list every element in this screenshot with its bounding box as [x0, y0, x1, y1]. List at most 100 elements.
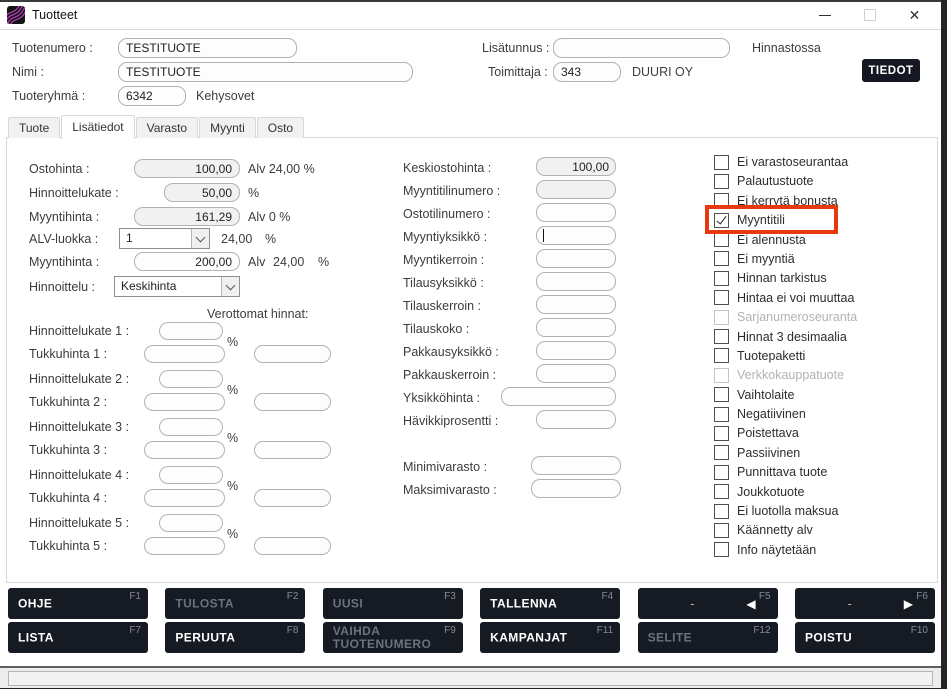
tiedot-button[interactable]: TIEDOT — [862, 59, 920, 82]
checkbox[interactable] — [714, 387, 729, 402]
checkbox[interactable] — [714, 504, 729, 519]
checkbox-row[interactable]: Poistettava — [714, 426, 934, 440]
myyntihinta-verollinen-input[interactable] — [134, 252, 240, 271]
chevron-down-icon[interactable] — [221, 277, 239, 296]
checkbox[interactable] — [714, 407, 729, 422]
field-input[interactable] — [536, 295, 616, 314]
tab[interactable]: Lisätiedot — [61, 115, 134, 139]
action-button[interactable]: F7 LISTA — [8, 622, 148, 653]
myyntihinta-veroton-input[interactable] — [134, 207, 240, 226]
checkbox-row[interactable]: Palautustuote — [714, 174, 934, 188]
tukkuhinta-input[interactable] — [144, 489, 225, 507]
veroton-hinta-input[interactable] — [254, 393, 331, 411]
checkbox-row[interactable]: Negatiivinen — [714, 407, 934, 421]
checkbox-row[interactable]: Ei kerrytä bonusta — [714, 194, 934, 208]
checkbox[interactable] — [714, 445, 729, 460]
checkbox-row[interactable]: Verkkokauppatuote — [714, 368, 934, 382]
field-input[interactable] — [536, 157, 616, 176]
action-button[interactable]: F1 OHJE — [8, 588, 148, 619]
checkbox[interactable] — [714, 465, 729, 480]
tab[interactable]: Varasto — [136, 117, 198, 138]
close-button[interactable]: ✕ — [892, 2, 937, 28]
checkbox-row[interactable]: Hintaa ei voi muuttaa — [714, 291, 934, 305]
checkbox[interactable] — [714, 174, 729, 189]
action-button[interactable]: F5 - ◀ — [638, 588, 778, 619]
tuoteryhma-input[interactable] — [118, 86, 186, 106]
minimize-button[interactable] — [802, 2, 847, 28]
checkbox[interactable] — [714, 368, 729, 383]
checkbox[interactable] — [714, 290, 729, 305]
field-input[interactable] — [536, 364, 616, 383]
veroton-hinta-input[interactable] — [254, 441, 331, 459]
checkbox-row[interactable]: Info näytetään — [714, 543, 934, 557]
checkbox-row[interactable]: Ei luotolla maksua — [714, 504, 934, 518]
field-input[interactable] — [536, 318, 616, 337]
kate-input[interactable] — [159, 322, 223, 340]
action-button[interactable]: F6 - ▶ — [795, 588, 935, 619]
veroton-hinta-input[interactable] — [254, 345, 331, 363]
toimittaja-input[interactable] — [553, 62, 621, 82]
kate-input[interactable] — [159, 418, 223, 436]
checkbox-row[interactable]: Joukkotuote — [714, 485, 934, 499]
field-input[interactable] — [536, 226, 616, 245]
checkbox[interactable] — [714, 484, 729, 499]
checkbox-row[interactable]: Punnittava tuote — [714, 465, 934, 479]
field-input[interactable] — [531, 456, 621, 475]
action-button[interactable]: F10 POISTU — [795, 622, 935, 653]
checkbox-row[interactable]: Ei varastoseurantaa — [714, 155, 934, 169]
nimi-input[interactable] — [118, 62, 413, 82]
checkbox-row[interactable]: Ei myyntiä — [714, 252, 934, 266]
kate-input[interactable] — [159, 370, 223, 388]
checkbox[interactable] — [714, 329, 729, 344]
action-button[interactable]: F3 UUSI — [323, 588, 463, 619]
checkbox[interactable] — [714, 213, 729, 228]
tukkuhinta-input[interactable] — [144, 345, 225, 363]
alv-luokka-select[interactable]: 1 — [119, 228, 210, 249]
checkbox[interactable] — [714, 310, 729, 325]
action-button[interactable]: F8 PERUUTA — [165, 622, 305, 653]
field-input[interactable] — [536, 180, 616, 199]
checkbox[interactable] — [714, 232, 729, 247]
checkbox[interactable] — [714, 193, 729, 208]
checkbox[interactable] — [714, 348, 729, 363]
checkbox[interactable] — [714, 271, 729, 286]
checkbox-row[interactable]: Käännetty alv — [714, 523, 934, 537]
veroton-hinta-input[interactable] — [254, 537, 331, 555]
hinnoittelu-select[interactable]: Keskihinta — [114, 276, 240, 297]
checkbox[interactable] — [714, 523, 729, 538]
checkbox[interactable] — [714, 426, 729, 441]
field-input[interactable] — [536, 249, 616, 268]
field-input[interactable] — [531, 479, 621, 498]
tab[interactable]: Tuote — [8, 117, 60, 138]
checkbox-row[interactable]: Hinnat 3 desimaalia — [714, 330, 934, 344]
tab[interactable]: Osto — [257, 117, 304, 138]
tukkuhinta-input[interactable] — [144, 537, 225, 555]
checkbox-row[interactable]: Ei alennusta — [714, 233, 934, 247]
action-button[interactable]: F9 VAIHDA TUOTENUMERO — [323, 622, 463, 653]
action-button[interactable]: F2 TULOSTA — [165, 588, 305, 619]
checkbox-row[interactable]: Passiivinen — [714, 446, 934, 460]
tuotenumero-input[interactable] — [118, 38, 297, 58]
veroton-hinta-input[interactable] — [254, 489, 331, 507]
tukkuhinta-input[interactable] — [144, 393, 225, 411]
ostohinta-input[interactable] — [134, 159, 240, 178]
field-input[interactable] — [536, 272, 616, 291]
checkbox-row[interactable]: Myyntitili — [714, 213, 934, 227]
tab[interactable]: Myynti — [199, 117, 256, 138]
checkbox-row[interactable]: Sarjanumeroseuranta — [714, 310, 934, 324]
field-input[interactable] — [536, 203, 616, 222]
checkbox[interactable] — [714, 155, 729, 170]
lisatunnus-input[interactable] — [553, 38, 730, 58]
hinnoittelukate-input[interactable] — [164, 183, 240, 202]
checkbox[interactable] — [714, 542, 729, 557]
chevron-down-icon[interactable] — [191, 229, 209, 248]
checkbox-row[interactable]: Vaihtolaite — [714, 388, 934, 402]
tukkuhinta-input[interactable] — [144, 441, 225, 459]
kate-input[interactable] — [159, 514, 223, 532]
field-input[interactable] — [501, 387, 616, 406]
checkbox-row[interactable]: Hinnan tarkistus — [714, 271, 934, 285]
kate-input[interactable] — [159, 466, 223, 484]
maximize-button[interactable] — [847, 2, 892, 28]
action-button[interactable]: F12 SELITE — [638, 622, 778, 653]
field-input[interactable] — [536, 341, 616, 360]
